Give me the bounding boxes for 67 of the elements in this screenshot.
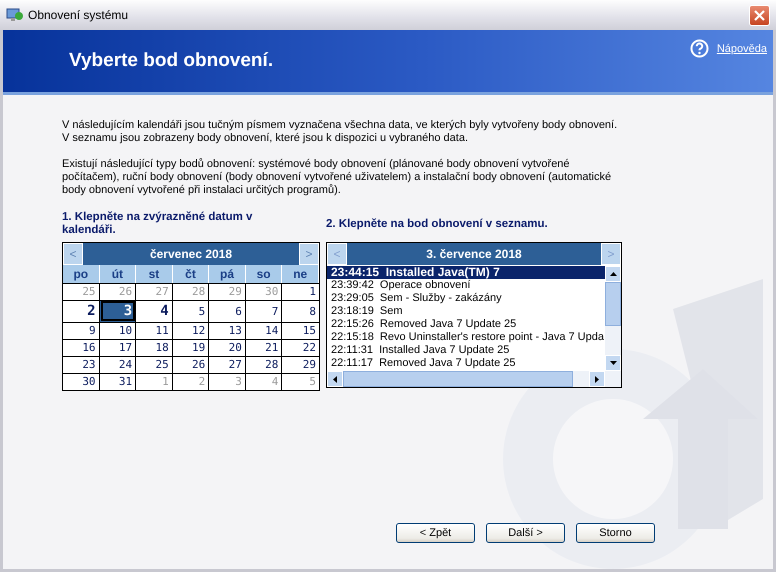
calendar-day[interactable]: 10 [100, 322, 136, 339]
restore-point-item[interactable]: 23:29:05 Sem - Služby - zakázány [327, 292, 605, 305]
calendar-day[interactable]: 31 [100, 373, 136, 390]
restore-point-item[interactable]: 23:44:15 Installed Java(TM) 7 [327, 266, 605, 279]
description-paragraph: Existují následující typy bodů obnovení: systémové body obnovení (plánované body obnovení vytvořené počítačem), ruční body obnovení (body obnovení vytvořené uživatelem) a instalační body obnovení (automatické body obnovení vytvořené při instalaci určitých programů). [62, 158, 612, 197]
calendar-day[interactable]: 29 [282, 356, 319, 373]
calendar-day[interactable]: 9 [63, 322, 100, 339]
calendar-day[interactable]: 18 [136, 339, 173, 356]
calendar-day[interactable]: 27 [209, 356, 246, 373]
restore-point-item[interactable]: 22:15:18 Revo Uninstaller's restore point - Java 7 Upda [327, 331, 605, 344]
calendar-day[interactable]: 3 [100, 300, 136, 322]
vertical-scrollbar[interactable] [605, 266, 621, 371]
calendar-day[interactable]: 19 [172, 339, 210, 356]
calendar-day[interactable]: 5 [172, 300, 210, 322]
calendar-day[interactable]: 25 [136, 356, 173, 373]
description-paragraph: V následujícím kalendáři jsou tučným písmem vyznačena všechna data, ve kterých byly vytvořeny body obnovení. V seznamu jsou zobrazeny body obnovení, které jsou k dispozici u vybraného data. [62, 119, 618, 145]
calendar-day[interactable]: 21 [246, 339, 282, 356]
wizard-button[interactable]: < Zpět [396, 523, 475, 543]
monitor-icon [6, 7, 24, 23]
horizontal-scrollbar[interactable] [327, 371, 605, 387]
window-title: Obnovení systému [28, 8, 130, 22]
calendar-day[interactable]: 22 [282, 339, 319, 356]
calendar-day[interactable]: 15 [282, 322, 319, 339]
date-title: 3. července 2018 [425, 246, 523, 263]
weekday-header: st [136, 265, 173, 283]
calendar-day[interactable]: 17 [100, 339, 136, 356]
calendar-day[interactable]: 26 [172, 356, 210, 373]
close-button[interactable] [749, 4, 770, 26]
scroll-down-icon[interactable] [610, 361, 616, 365]
calendar-day[interactable]: 1 [282, 283, 319, 300]
weekday-header: ne [282, 265, 319, 283]
calendar-day[interactable]: 30 [63, 373, 100, 390]
calendar-day[interactable]: 12 [172, 322, 210, 339]
weekday-header: čt [172, 265, 210, 283]
calendar-day[interactable]: 13 [209, 322, 246, 339]
weekday-header: so [246, 265, 282, 283]
calendar-day[interactable]: 20 [209, 339, 246, 356]
calendar-day[interactable]: 14 [246, 322, 282, 339]
weekday-header: pá [209, 265, 246, 283]
month-title: červenec 2018 [148, 246, 234, 263]
calendar-day[interactable]: 28 [246, 356, 282, 373]
scroll-right-icon[interactable] [595, 376, 599, 382]
weekday-header: út [100, 265, 136, 283]
restore-point-item[interactable]: 22:15:26 Removed Java 7 Update 25 [327, 318, 605, 331]
calendar-day[interactable]: 6 [209, 300, 246, 322]
restore-point-item[interactable]: 23:39:42 Operace obnovení [327, 279, 605, 292]
wizard-button[interactable]: Další > [486, 523, 565, 543]
help-icon[interactable] [690, 39, 709, 58]
step-heading: 2. Klepněte na bod obnovení v seznamu. [326, 216, 549, 232]
restore-point-item[interactable]: 23:18:19 Sem [327, 305, 605, 318]
restore-point-item[interactable]: 22:11:17 Removed Java 7 Update 25 [327, 357, 605, 370]
calendar-day[interactable]: 23 [63, 356, 100, 373]
help-link[interactable]: Nápověda [716, 42, 767, 54]
scroll-left-icon[interactable] [333, 376, 337, 382]
calendar-day[interactable]: 24 [100, 356, 136, 373]
calendar-day[interactable]: 7 [246, 300, 282, 322]
scroll-up-icon[interactable] [610, 272, 616, 276]
calendar-day[interactable]: 4 [136, 300, 173, 322]
calendar-day[interactable]: 8 [282, 300, 319, 322]
step-heading: 1. Klepněte na zvýrazněné datum v kalendáři. [62, 211, 254, 237]
weekday-header: po [63, 265, 100, 283]
restore-point-item[interactable]: 22:11:31 Installed Java 7 Update 25 [327, 344, 605, 357]
page-heading: Vyberte bod obnovení. [69, 50, 274, 72]
wizard-button[interactable]: Storno [576, 523, 655, 543]
calendar-day[interactable]: 16 [63, 339, 100, 356]
close-icon[interactable] [754, 10, 765, 20]
calendar-day[interactable]: 11 [136, 322, 173, 339]
